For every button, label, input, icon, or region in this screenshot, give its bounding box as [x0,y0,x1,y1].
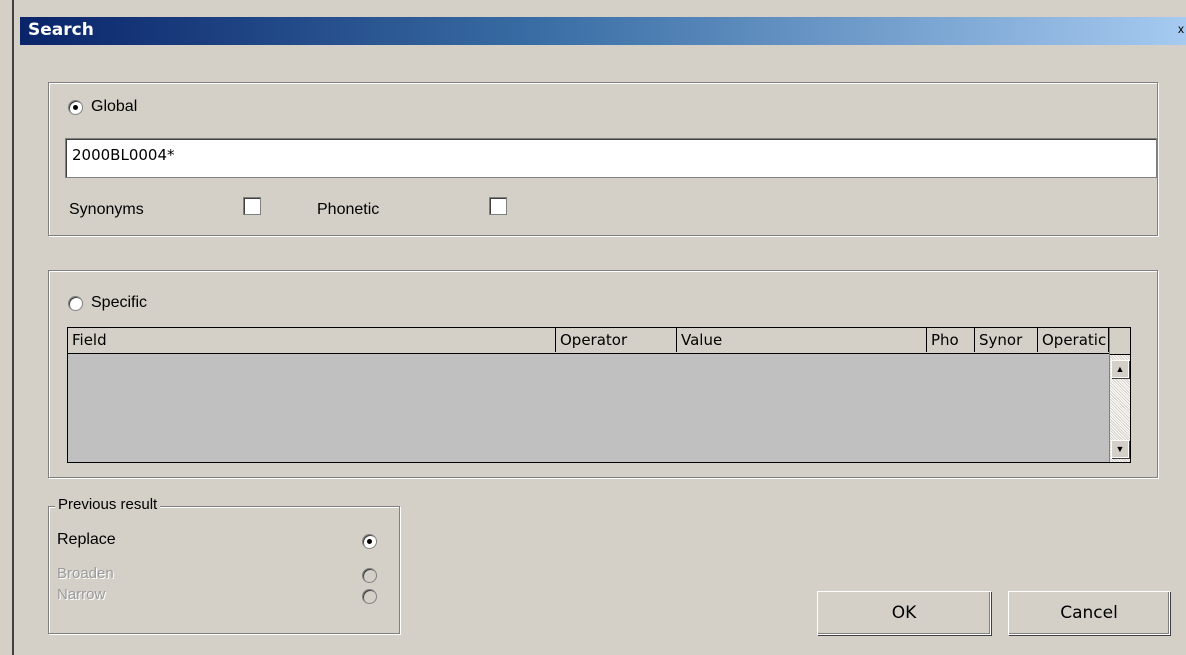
left-window-edge [0,0,14,655]
narrow-radio[interactable] [362,589,377,604]
scroll-up-arrow-icon[interactable]: ▲ [1111,360,1129,378]
narrow-label: Narrow [57,586,106,603]
synonyms-label: Synonyms [69,201,144,218]
broaden-label: Broaden [57,565,114,582]
broaden-radio[interactable] [362,568,377,583]
criteria-table[interactable]: Field Operator Value Pho Synor Operatic … [67,327,1131,463]
scrollbar-header-corner [1110,328,1130,355]
column-header-field[interactable]: Field [68,328,556,352]
column-header-operator[interactable]: Operator [556,328,677,352]
criteria-table-header: Field Operator Value Pho Synor Operatic [68,328,1109,354]
replace-label: Replace [57,531,116,548]
global-radio[interactable] [68,100,83,115]
phonetic-checkbox[interactable] [489,197,507,215]
ok-button-label: OK [891,603,917,623]
column-header-phonetic[interactable]: Pho [927,328,975,352]
specific-radio-label: Specific [91,294,148,311]
global-search-value: 2000BL0004* [72,146,175,164]
close-icon[interactable]: x [1178,22,1186,40]
replace-radio[interactable] [362,534,377,549]
scroll-down-arrow-icon[interactable]: ▼ [1111,440,1129,458]
column-header-synonyms[interactable]: Synor [975,328,1038,352]
title-bar[interactable]: Search x [20,17,1186,45]
previous-result-group: Previous result Replace Broaden Narrow [48,496,400,634]
cancel-button[interactable]: Cancel [1008,591,1170,635]
specific-group: Specific Field Operator Value Pho Synor … [48,270,1158,478]
ok-button[interactable]: OK [817,591,991,635]
criteria-table-scrollbar[interactable]: ▲ ▼ [1109,328,1130,462]
global-group: Global 2000BL0004* Synonyms Phonetic [48,82,1158,236]
phonetic-label: Phonetic [317,201,380,218]
previous-result-legend: Previous result [55,496,161,513]
global-search-input[interactable]: 2000BL0004* [65,138,1157,178]
global-radio-label: Global [91,98,138,115]
cancel-button-label: Cancel [1060,603,1118,623]
search-dialog: Search x Global 2000BL0004* Synonyms Pho… [20,0,1186,655]
synonyms-checkbox[interactable] [243,197,261,215]
column-header-value[interactable]: Value [677,328,927,352]
column-header-operation[interactable]: Operatic [1038,328,1109,352]
dialog-title: Search [28,20,94,40]
specific-radio[interactable] [68,296,83,311]
